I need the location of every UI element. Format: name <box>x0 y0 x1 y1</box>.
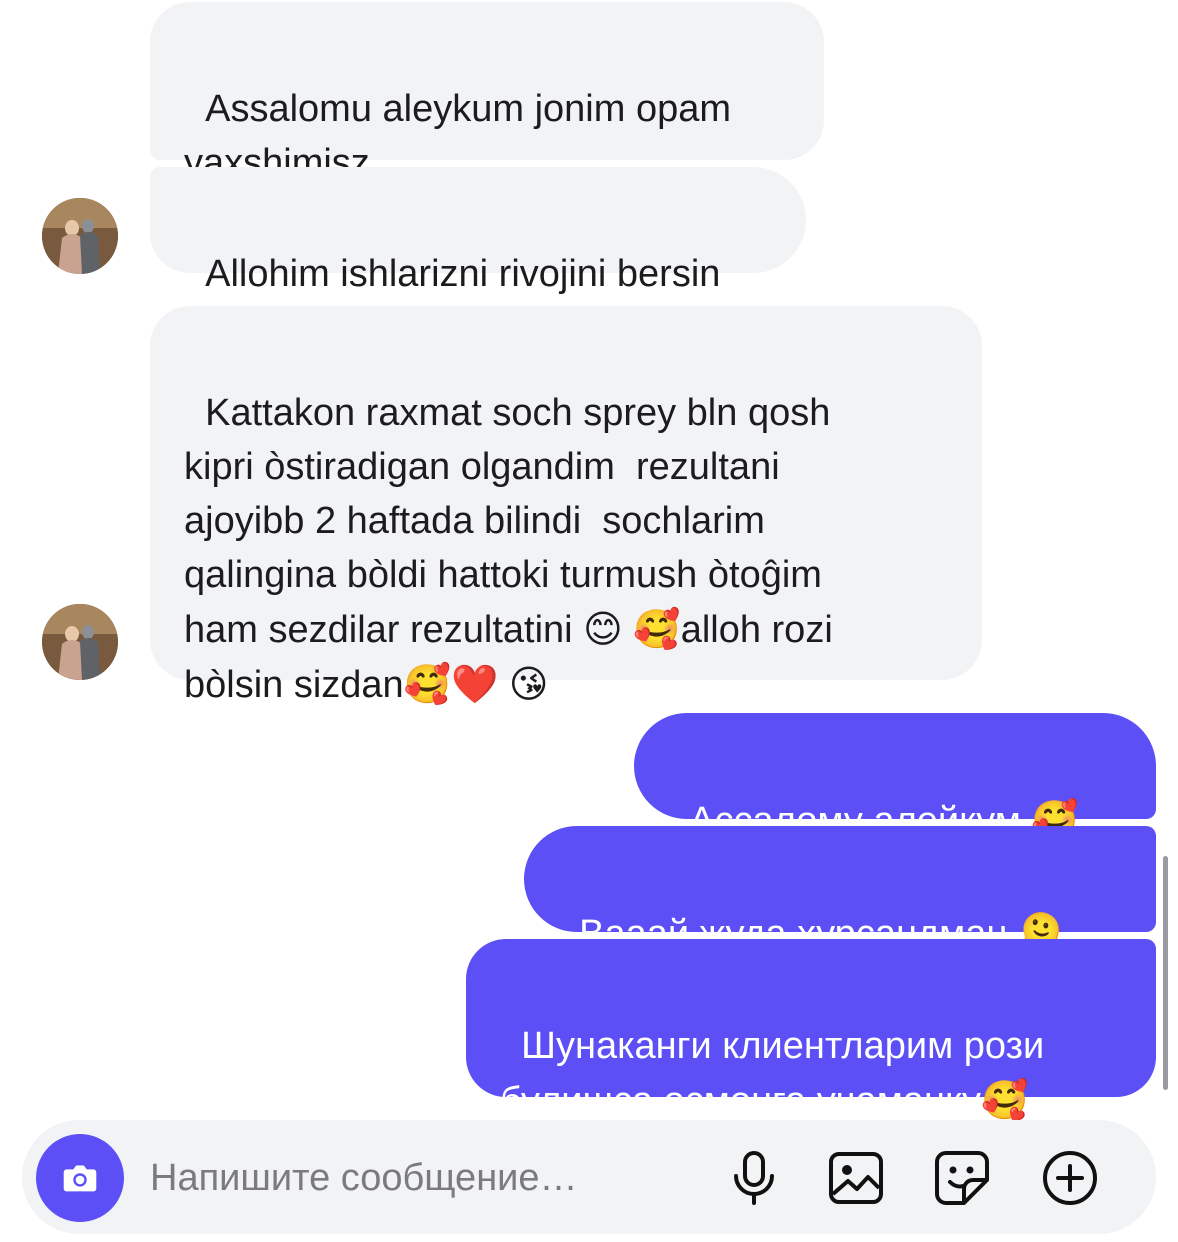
face-blowing-kiss-emoji: 😘 <box>508 662 549 706</box>
smiling-face-with-hearts-emoji: 🥰 <box>403 662 452 706</box>
avatar[interactable] <box>42 604 118 680</box>
message-input[interactable]: Напишите сообщение… <box>150 1155 578 1201</box>
avatar[interactable] <box>42 198 118 274</box>
avatar-image <box>42 604 118 680</box>
sticker-icon <box>935 1151 989 1205</box>
microphone-button[interactable] <box>722 1146 786 1210</box>
camera-button[interactable] <box>36 1134 124 1222</box>
camera-icon <box>63 1165 97 1192</box>
sticker-button[interactable] <box>930 1146 994 1210</box>
plus-circle-icon <box>1043 1151 1097 1205</box>
message-bubble-incoming[interactable]: Kattakon raxmat soch sprey bln qosh kipr… <box>150 306 982 706</box>
scrollbar[interactable] <box>1163 856 1168 1090</box>
more-button[interactable] <box>1038 1146 1102 1210</box>
message-bubble-outgoing[interactable]: Шунаканги клиентларим рози булишса осмон… <box>466 939 1156 1122</box>
message-bubble-incoming[interactable]: Assalomu aleykum jonim opam yaxshimisz <box>150 2 824 184</box>
image-icon <box>829 1152 883 1204</box>
smiling-face-emoji: 😊 <box>583 607 623 651</box>
avatar-image <box>42 198 118 274</box>
message-bubble-incoming[interactable]: Allohim ishlarizni rivojini bersin <box>150 167 806 295</box>
message-bubble-outgoing[interactable]: Вааай жуда хурсандман 🫠 <box>524 826 1156 955</box>
message-bubble-outgoing[interactable]: Ассалому алейкум 🥰 <box>634 713 1156 842</box>
message-text: Allohim ishlarizni rivojini bersin <box>205 253 721 295</box>
smiling-face-with-hearts-emoji: 🥰 <box>981 1078 1029 1122</box>
gallery-button[interactable] <box>824 1146 888 1210</box>
microphone-icon <box>734 1151 774 1205</box>
message-text: Шунаканги клиентларим рози булишса осмон… <box>500 1025 1045 1122</box>
red-heart-emoji: ❤️ <box>451 662 499 706</box>
smiling-face-with-hearts-emoji: 🥰 <box>633 607 681 651</box>
